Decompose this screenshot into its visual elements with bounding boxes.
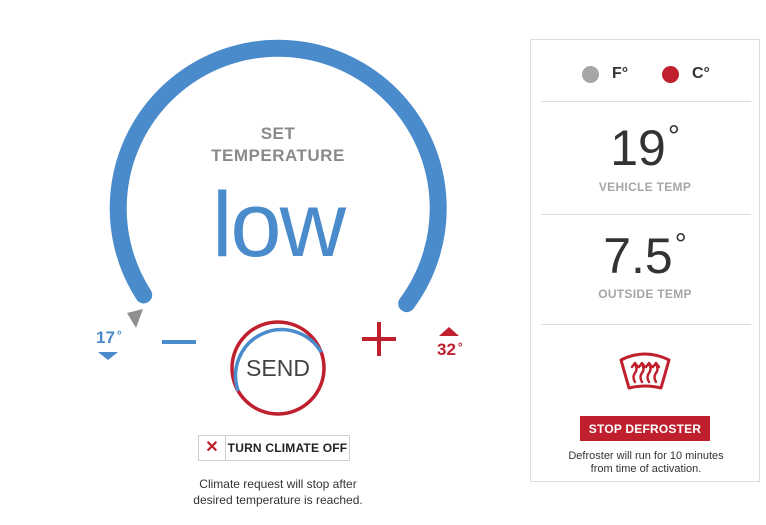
vehicle-temp-value: 19 <box>610 120 666 176</box>
unit-option-celsius[interactable]: C° <box>662 62 710 86</box>
turn-climate-off-button[interactable]: ✕ TURN CLIMATE OFF <box>198 435 350 461</box>
stop-defroster-button[interactable]: STOP DEFROSTER <box>580 416 710 441</box>
outside-temp-caption: OUTSIDE TEMP <box>598 287 692 301</box>
set-temperature-value: low <box>211 174 346 276</box>
increase-temp-button[interactable] <box>361 321 397 357</box>
turn-climate-off-label: TURN CLIMATE OFF <box>227 441 348 455</box>
min-temp-degree: ° <box>116 328 122 342</box>
vehicle-temp-caption: VEHICLE TEMP <box>598 180 692 194</box>
vehicle-temp: 19° <box>531 120 759 176</box>
defroster-note: Defroster will run for 10 minutes from t… <box>541 450 751 476</box>
fahrenheit-label: F° <box>612 65 629 82</box>
decrease-temp-button[interactable] <box>161 326 197 356</box>
climate-note: Climate request will stop after desired … <box>168 476 388 508</box>
min-down-triangle-icon <box>98 352 118 360</box>
outside-temp-degree: ° <box>674 228 687 261</box>
unit-option-fahrenheit[interactable]: F° <box>582 62 628 86</box>
set-label-line2: TEMPERATURE <box>211 146 345 165</box>
unit-selector[interactable]: F° C° <box>531 62 759 86</box>
climate-note-line1: Climate request will stop after <box>199 477 357 491</box>
celsius-radio[interactable] <box>662 65 679 83</box>
set-label-line1: SET <box>260 124 296 143</box>
defroster-note-line2: from time of activation. <box>590 463 702 475</box>
outside-temp-value: 7.5 <box>603 228 673 284</box>
max-up-triangle-icon <box>439 327 459 336</box>
vehicle-temp-degree: ° <box>667 120 680 153</box>
defroster-note-line1: Defroster will run for 10 minutes <box>568 450 724 462</box>
celsius-label: C° <box>692 65 710 82</box>
defroster-icon <box>619 352 671 390</box>
outside-temp: 7.5° <box>531 228 759 284</box>
send-button[interactable]: SEND <box>232 322 324 414</box>
max-temp-label: 32 ° <box>437 340 477 360</box>
divider <box>541 101 751 102</box>
close-icon: ✕ <box>199 436 226 460</box>
dial-pointer-icon <box>127 309 143 328</box>
divider <box>541 324 751 325</box>
max-temp-value: 32 <box>437 340 456 359</box>
climate-note-line2: desired temperature is reached. <box>193 493 363 507</box>
max-temp-degree: ° <box>457 340 463 354</box>
min-temp-value: 17 <box>96 328 115 347</box>
status-panel: F° C° 19° VEHICLE TEMP 7.5° OUTSIDE TEMP… <box>530 39 760 482</box>
min-temp-label: 17 ° <box>96 328 132 348</box>
minus-icon <box>162 340 196 344</box>
fahrenheit-radio[interactable] <box>582 65 599 83</box>
divider <box>541 214 751 215</box>
